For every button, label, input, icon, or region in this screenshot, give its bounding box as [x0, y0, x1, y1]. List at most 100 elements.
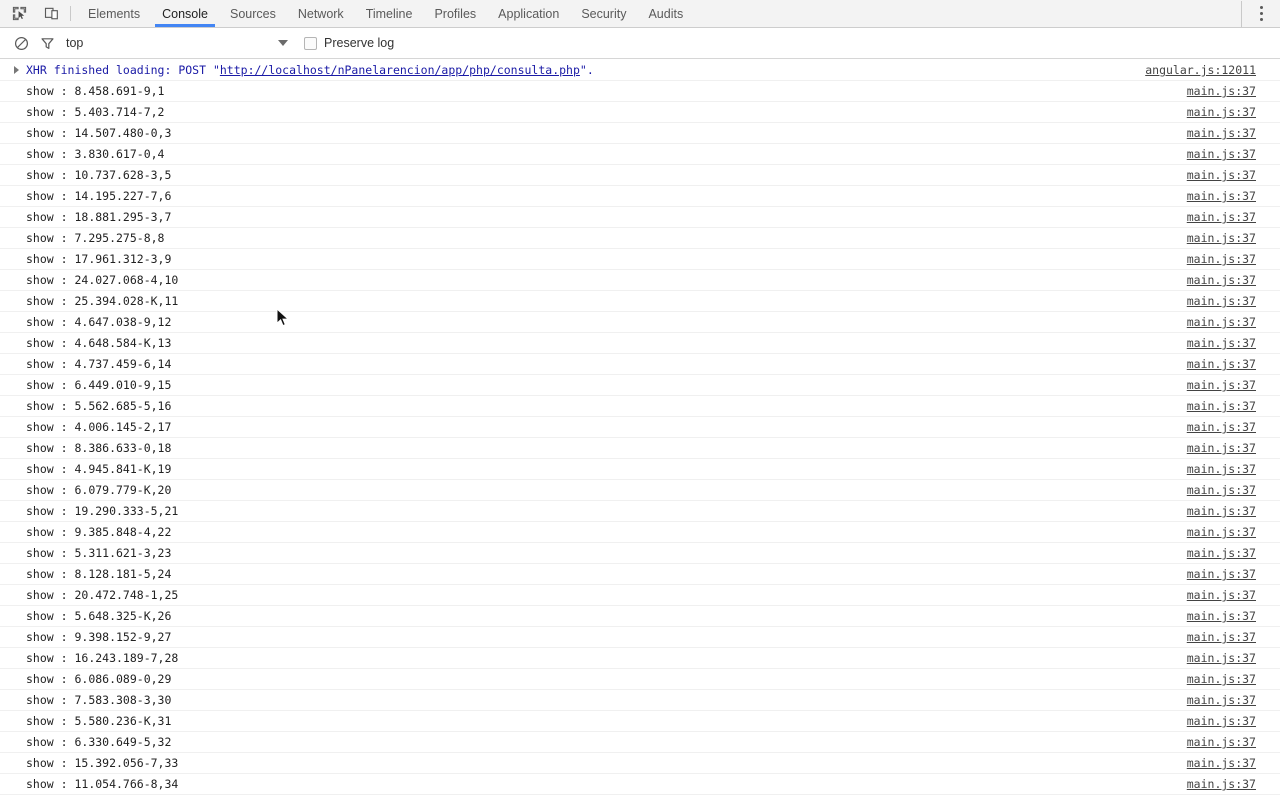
source-link[interactable]: main.js:37: [1187, 273, 1256, 287]
console-message-row[interactable]: show : 7.295.275-8,8 main.js:37: [0, 228, 1280, 249]
console-message-row[interactable]: show : 9.398.152-9,27 main.js:37: [0, 627, 1280, 648]
source-link[interactable]: main.js:37: [1187, 168, 1256, 182]
console-message-row[interactable]: show : 4.737.459-6,14 main.js:37: [0, 354, 1280, 375]
console-message-row[interactable]: show : 9.385.848-4,22 main.js:37: [0, 522, 1280, 543]
console-message-row[interactable]: show : 18.881.295-3,7 main.js:37: [0, 207, 1280, 228]
inspect-element-icon[interactable]: [6, 1, 32, 27]
tab-application[interactable]: Application: [487, 0, 570, 27]
console-message-row[interactable]: show : 7.583.308-3,30 main.js:37: [0, 690, 1280, 711]
console-message-row[interactable]: show : 5.648.325-K,26 main.js:37: [0, 606, 1280, 627]
console-message-row[interactable]: show : 5.311.621-3,23 main.js:37: [0, 543, 1280, 564]
source-link[interactable]: main.js:37: [1187, 756, 1256, 770]
source-link[interactable]: main.js:37: [1187, 525, 1256, 539]
tab-profiles[interactable]: Profiles: [423, 0, 487, 27]
source-link[interactable]: main.js:37: [1187, 294, 1256, 308]
tab-timeline[interactable]: Timeline: [355, 0, 424, 27]
xhr-quote-open: ": [212, 63, 220, 77]
source-link[interactable]: main.js:37: [1187, 651, 1256, 665]
source-link[interactable]: main.js:37: [1187, 399, 1256, 413]
panel-tabs: Elements Console Sources Network Timelin…: [77, 0, 1241, 27]
tab-audits-label: Audits: [648, 6, 684, 21]
console-message-row[interactable]: show : 20.472.748-1,25 main.js:37: [0, 585, 1280, 606]
console-message-xhr[interactable]: XHR finished loading: POST " http://local…: [0, 60, 1280, 81]
filter-icon[interactable]: [34, 30, 60, 56]
device-toolbar-icon[interactable]: [38, 1, 64, 27]
console-message-list[interactable]: XHR finished loading: POST " http://local…: [0, 60, 1280, 800]
preserve-log-checkbox[interactable]: Preserve log: [304, 36, 394, 50]
source-link[interactable]: main.js:37: [1187, 189, 1256, 203]
console-message-row[interactable]: show : 14.507.480-0,3 main.js:37: [0, 123, 1280, 144]
source-link[interactable]: main.js:37: [1187, 588, 1256, 602]
console-message-row[interactable]: show : 3.830.617-0,4 main.js:37: [0, 144, 1280, 165]
source-link[interactable]: main.js:37: [1187, 378, 1256, 392]
console-message-row[interactable]: show : 8.386.633-0,18 main.js:37: [0, 438, 1280, 459]
console-message-label: show :: [26, 105, 75, 119]
console-message-row[interactable]: show : 17.961.312-3,9 main.js:37: [0, 249, 1280, 270]
source-link[interactable]: main.js:37: [1187, 483, 1256, 497]
source-link[interactable]: main.js:37: [1187, 357, 1256, 371]
preserve-log-checkbox-box[interactable]: [304, 36, 317, 50]
console-message-row[interactable]: show : 6.086.089-0,29 main.js:37: [0, 669, 1280, 690]
source-link[interactable]: main.js:37: [1187, 147, 1256, 161]
source-link[interactable]: main.js:37: [1187, 84, 1256, 98]
console-message-value: 5.311.621-3,23: [74, 546, 172, 560]
console-message-row[interactable]: show : 10.737.628-3,5 main.js:37: [0, 165, 1280, 186]
source-link[interactable]: angular.js:12011: [1145, 63, 1256, 77]
more-options-icon[interactable]: [1250, 1, 1272, 27]
console-message-row[interactable]: show : 6.330.649-5,32 main.js:37: [0, 732, 1280, 753]
source-link[interactable]: main.js:37: [1187, 630, 1256, 644]
source-link[interactable]: main.js:37: [1187, 126, 1256, 140]
console-message-row[interactable]: show : 4.006.145-2,17 main.js:37: [0, 417, 1280, 438]
source-link[interactable]: main.js:37: [1187, 252, 1256, 266]
execution-context-selector[interactable]: top: [66, 32, 288, 54]
source-link[interactable]: main.js:37: [1187, 462, 1256, 476]
console-message-row[interactable]: show : 14.195.227-7,6 main.js:37: [0, 186, 1280, 207]
tab-elements[interactable]: Elements: [77, 0, 151, 27]
console-message-row[interactable]: show : 4.648.584-K,13 main.js:37: [0, 333, 1280, 354]
source-link[interactable]: main.js:37: [1187, 546, 1256, 560]
console-message-row[interactable]: show : 5.751.464-7,35main.js:37: [0, 795, 1280, 800]
tab-console[interactable]: Console: [151, 0, 219, 27]
source-link[interactable]: main.js:37: [1187, 210, 1256, 224]
source-link[interactable]: main.js:37: [1187, 693, 1256, 707]
source-link[interactable]: main.js:37: [1187, 504, 1256, 518]
console-message-row[interactable]: show : 5.562.685-5,16 main.js:37: [0, 396, 1280, 417]
console-message-row[interactable]: show : 6.449.010-9,15 main.js:37: [0, 375, 1280, 396]
console-message-row[interactable]: show : 6.079.779-K,20 main.js:37: [0, 480, 1280, 501]
console-message-row[interactable]: show : 15.392.056-7,33 main.js:37: [0, 753, 1280, 774]
console-message-value: 14.195.227-7,6: [74, 189, 172, 203]
source-link[interactable]: main.js:37: [1187, 315, 1256, 329]
console-message-row[interactable]: show : 25.394.028-K,11 main.js:37: [0, 291, 1280, 312]
console-message-row[interactable]: show : 8.128.181-5,24 main.js:37: [0, 564, 1280, 585]
source-link[interactable]: main.js:37: [1187, 567, 1256, 581]
source-link[interactable]: main.js:37: [1187, 105, 1256, 119]
console-message-row[interactable]: show : 5.580.236-K,31 main.js:37: [0, 711, 1280, 732]
console-message-row[interactable]: show : 24.027.068-4,10 main.js:37: [0, 270, 1280, 291]
console-message-label: show :: [26, 525, 75, 539]
console-message-row[interactable]: show : 16.243.189-7,28 main.js:37: [0, 648, 1280, 669]
console-message-row[interactable]: show : 4.945.841-K,19 main.js:37: [0, 459, 1280, 480]
source-link[interactable]: main.js:37: [1187, 735, 1256, 749]
tab-sources[interactable]: Sources: [219, 0, 287, 27]
tab-timeline-label: Timeline: [365, 6, 413, 21]
tab-network[interactable]: Network: [287, 0, 355, 27]
source-link[interactable]: main.js:37: [1187, 231, 1256, 245]
tab-security[interactable]: Security: [570, 0, 637, 27]
source-link[interactable]: main.js:37: [1187, 714, 1256, 728]
console-message-row[interactable]: show : 19.290.333-5,21 main.js:37: [0, 501, 1280, 522]
console-message-row[interactable]: show : 5.403.714-7,2 main.js:37: [0, 102, 1280, 123]
console-message-row[interactable]: show : 8.458.691-9,1 main.js:37: [0, 81, 1280, 102]
source-link[interactable]: main.js:37: [1187, 777, 1256, 791]
source-link[interactable]: main.js:37: [1187, 672, 1256, 686]
source-link[interactable]: main.js:37: [1187, 609, 1256, 623]
console-message-row[interactable]: show : 11.054.766-8,34 main.js:37: [0, 774, 1280, 795]
source-link[interactable]: main.js:37: [1187, 441, 1256, 455]
xhr-request-url[interactable]: http://localhost/nPanelarencion/app/php/…: [220, 63, 580, 77]
tab-audits[interactable]: Audits: [637, 0, 694, 27]
console-message-row[interactable]: show : 4.647.038-9,12 main.js:37: [0, 312, 1280, 333]
tab-profiles-label: Profiles: [434, 6, 477, 21]
source-link[interactable]: main.js:37: [1187, 420, 1256, 434]
source-link[interactable]: main.js:37: [1187, 336, 1256, 350]
clear-console-icon[interactable]: [8, 30, 34, 56]
expand-arrow-icon[interactable]: [14, 66, 19, 74]
